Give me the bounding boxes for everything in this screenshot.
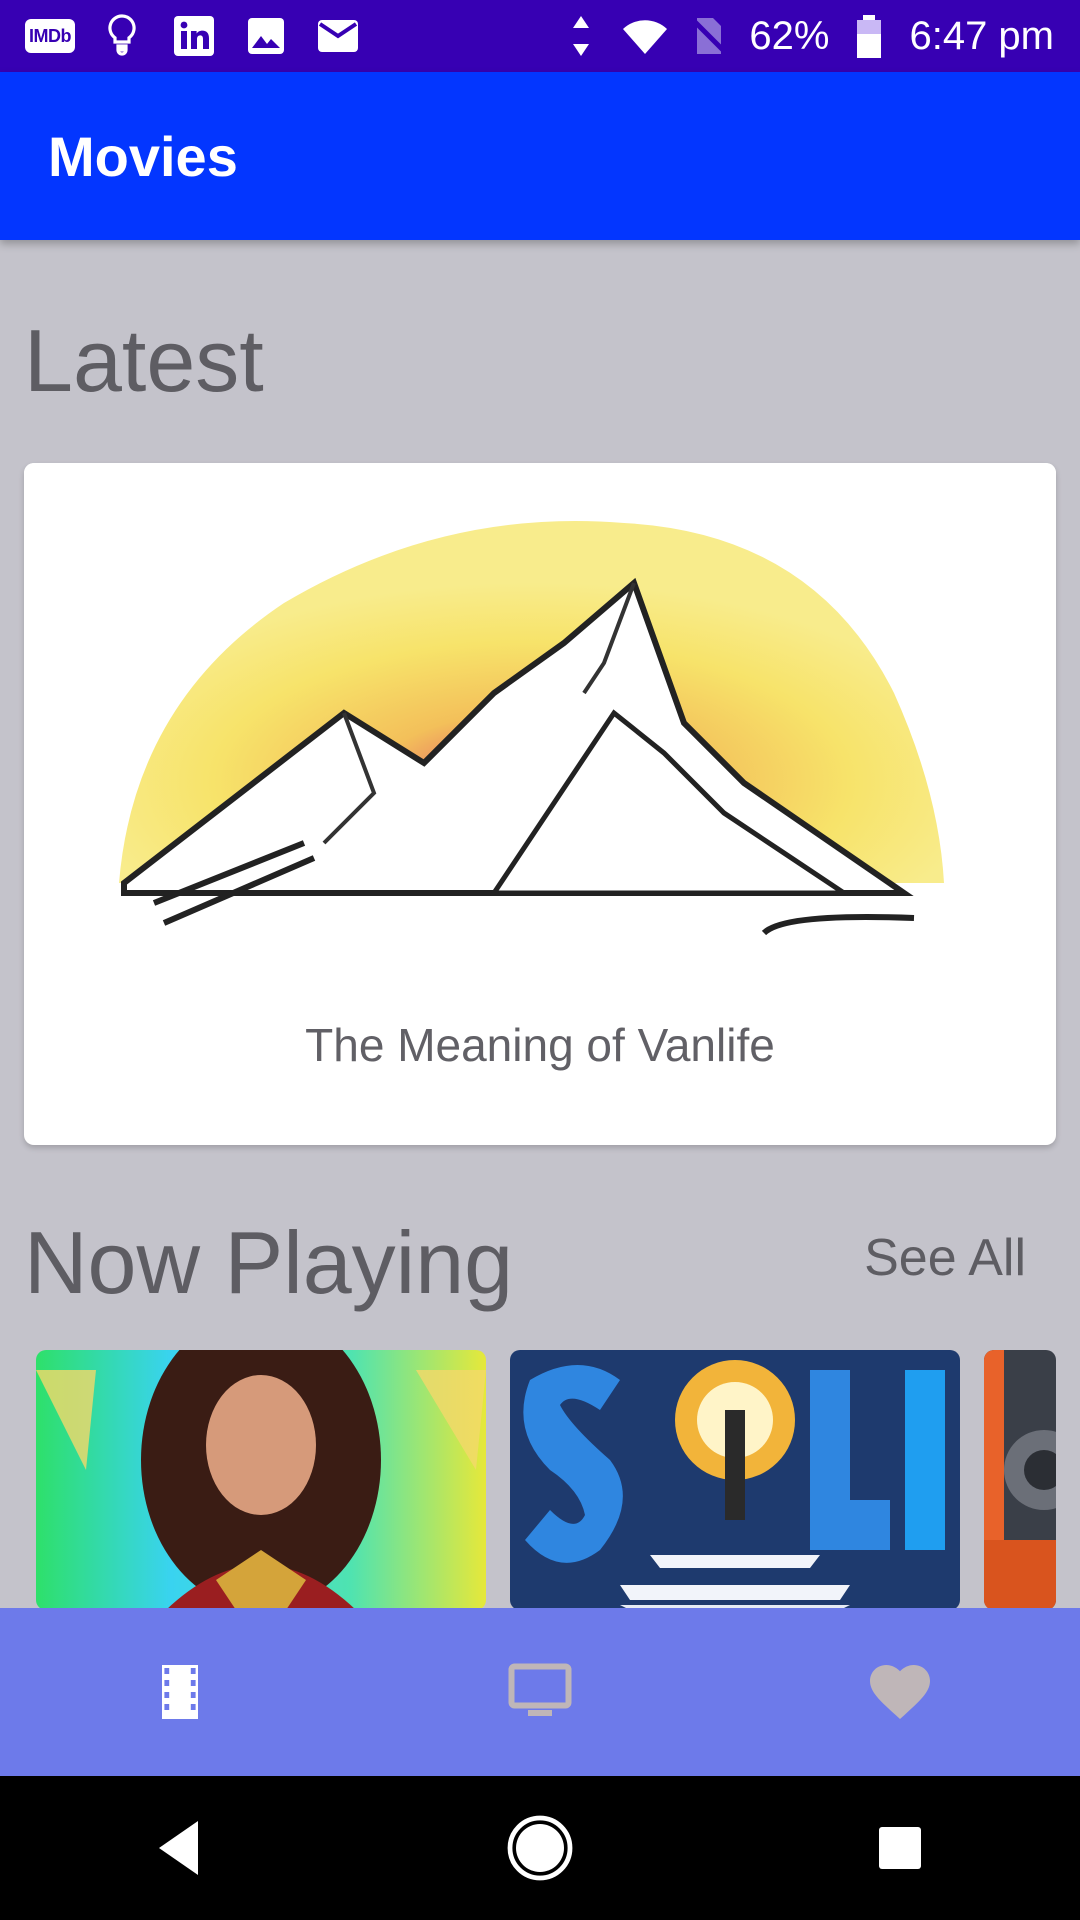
linkedin-icon xyxy=(170,12,218,60)
notification-icons: IMDb xyxy=(25,12,362,60)
back-triangle-icon xyxy=(159,1821,198,1875)
status-time: 6:47 pm xyxy=(909,13,1054,58)
system-navigation-bar xyxy=(0,1776,1080,1920)
latest-heading: Latest xyxy=(24,311,264,410)
latest-movie-card[interactable]: The Meaning of Vanlife xyxy=(24,463,1056,1145)
now-playing-list[interactable] xyxy=(0,1350,1080,1610)
poster-soul-art xyxy=(510,1350,960,1610)
home-button[interactable] xyxy=(450,1776,630,1920)
mail-icon xyxy=(314,12,362,60)
wifi-icon xyxy=(621,12,669,60)
heart-icon xyxy=(870,1665,930,1719)
home-circle-icon xyxy=(507,1815,573,1881)
poster-partial-art xyxy=(984,1350,1056,1610)
data-arrows-icon xyxy=(557,12,605,60)
movie-icon xyxy=(162,1665,198,1719)
image-icon xyxy=(242,12,290,60)
nav-movies-tab[interactable] xyxy=(80,1608,280,1776)
now-playing-heading: Now Playing xyxy=(24,1213,514,1312)
imdb-badge: IMDb xyxy=(25,19,75,53)
poster-wonder-woman[interactable] xyxy=(36,1350,486,1610)
nav-tv-tab[interactable] xyxy=(440,1608,640,1776)
battery-percent: 62% xyxy=(749,13,830,58)
battery-icon xyxy=(845,12,893,60)
latest-movie-title: The Meaning of Vanlife xyxy=(305,1019,775,1071)
app-bar: Movies xyxy=(0,72,1080,240)
poster-soul[interactable] xyxy=(510,1350,960,1610)
lightbulb-icon xyxy=(98,12,146,60)
back-button[interactable] xyxy=(90,1776,270,1920)
recents-button[interactable] xyxy=(810,1776,990,1920)
tv-icon xyxy=(508,1663,572,1716)
screen: IMDb 62% 6:47 pm Movies Latest The Meani… xyxy=(0,0,1080,1920)
imdb-icon: IMDb xyxy=(25,12,75,60)
nav-favorites-tab[interactable] xyxy=(800,1608,1000,1776)
status-bar: IMDb 62% 6:47 pm xyxy=(0,0,1080,72)
system-status: 62% 6:47 pm xyxy=(557,12,1054,60)
recents-square-icon xyxy=(879,1827,921,1869)
poster-wonder-woman-art xyxy=(36,1350,486,1610)
bottom-navigation xyxy=(0,1608,1080,1776)
app-title: Movies xyxy=(48,124,238,188)
latest-movie-backdrop xyxy=(24,463,1056,943)
poster-partial[interactable] xyxy=(984,1350,1056,1610)
see-all-link[interactable]: See All xyxy=(864,1228,1026,1288)
no-sim-icon xyxy=(685,12,733,60)
